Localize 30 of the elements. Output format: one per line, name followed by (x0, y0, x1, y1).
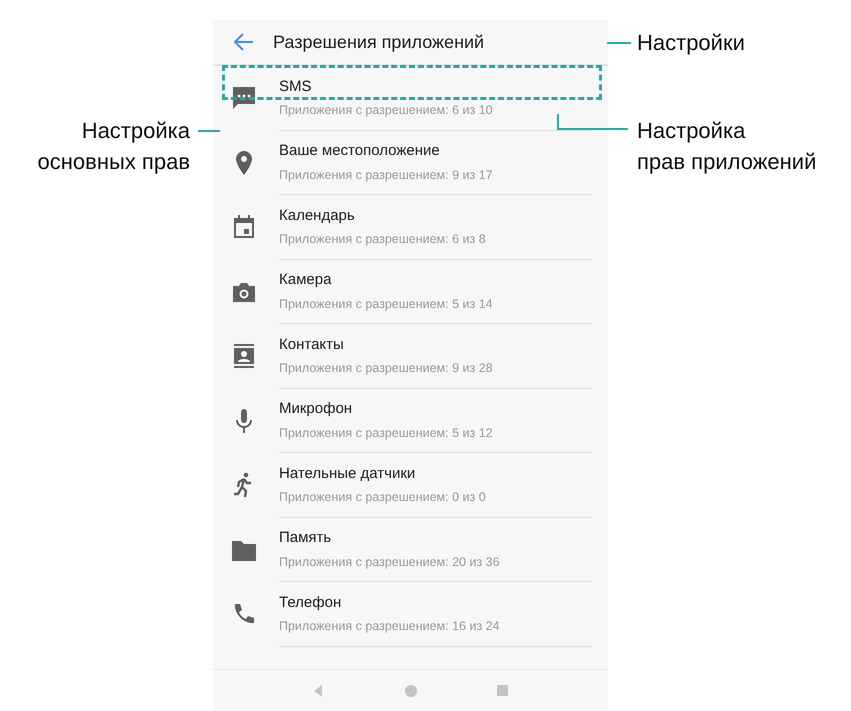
permission-name[interactable]: Память (279, 527, 332, 550)
callout-label: Настройка основных прав (38, 117, 190, 176)
home-icon[interactable] (404, 684, 418, 698)
permission-name[interactable]: Ваше местоположение (279, 140, 440, 163)
permission-name[interactable]: SMS (279, 76, 312, 98)
leader-line (607, 42, 631, 44)
permission-summary: Приложения с разрешением: 9 из 17 (279, 166, 493, 184)
permission-summary: Приложения с разрешением: 0 из 0 (279, 489, 486, 506)
permission-summary: Приложения с разрешением: 5 из 12 (279, 424, 493, 442)
permission-summary: Приложения с разрешением: 6 из 8 (279, 231, 486, 248)
calendar-icon (231, 214, 257, 240)
back-arrow-icon[interactable] (233, 31, 255, 53)
message-icon (231, 85, 257, 112)
permission-summary: Приложения с разрешением: 20 из 36 (279, 554, 500, 571)
permission-name[interactable]: Телефон (279, 592, 342, 614)
permission-name[interactable]: Микрофон (279, 398, 352, 421)
permission-summary: Приложения с разрешением: 6 из 10 (279, 102, 493, 120)
permission-name[interactable]: Камера (279, 269, 332, 292)
permission-summary: Приложения с разрешением: 16 из 24 (279, 618, 500, 636)
permission-summary: Приложения с разрешением: 9 из 28 (279, 360, 493, 378)
callout-label: Настройка прав приложений (637, 117, 816, 176)
permission-name[interactable]: Нательные датчики (279, 462, 416, 486)
recents-icon[interactable] (496, 684, 510, 698)
leader-line (198, 130, 220, 132)
contact-card-icon (231, 343, 257, 370)
screen-title: Разрешения приложений (273, 30, 484, 54)
permission-summary: Приложения с разрешением: 5 из 14 (279, 296, 493, 313)
callout-label: Настройки (637, 29, 745, 57)
permission-name[interactable]: Контакты (279, 334, 344, 356)
permission-name[interactable]: Календарь (279, 204, 355, 228)
